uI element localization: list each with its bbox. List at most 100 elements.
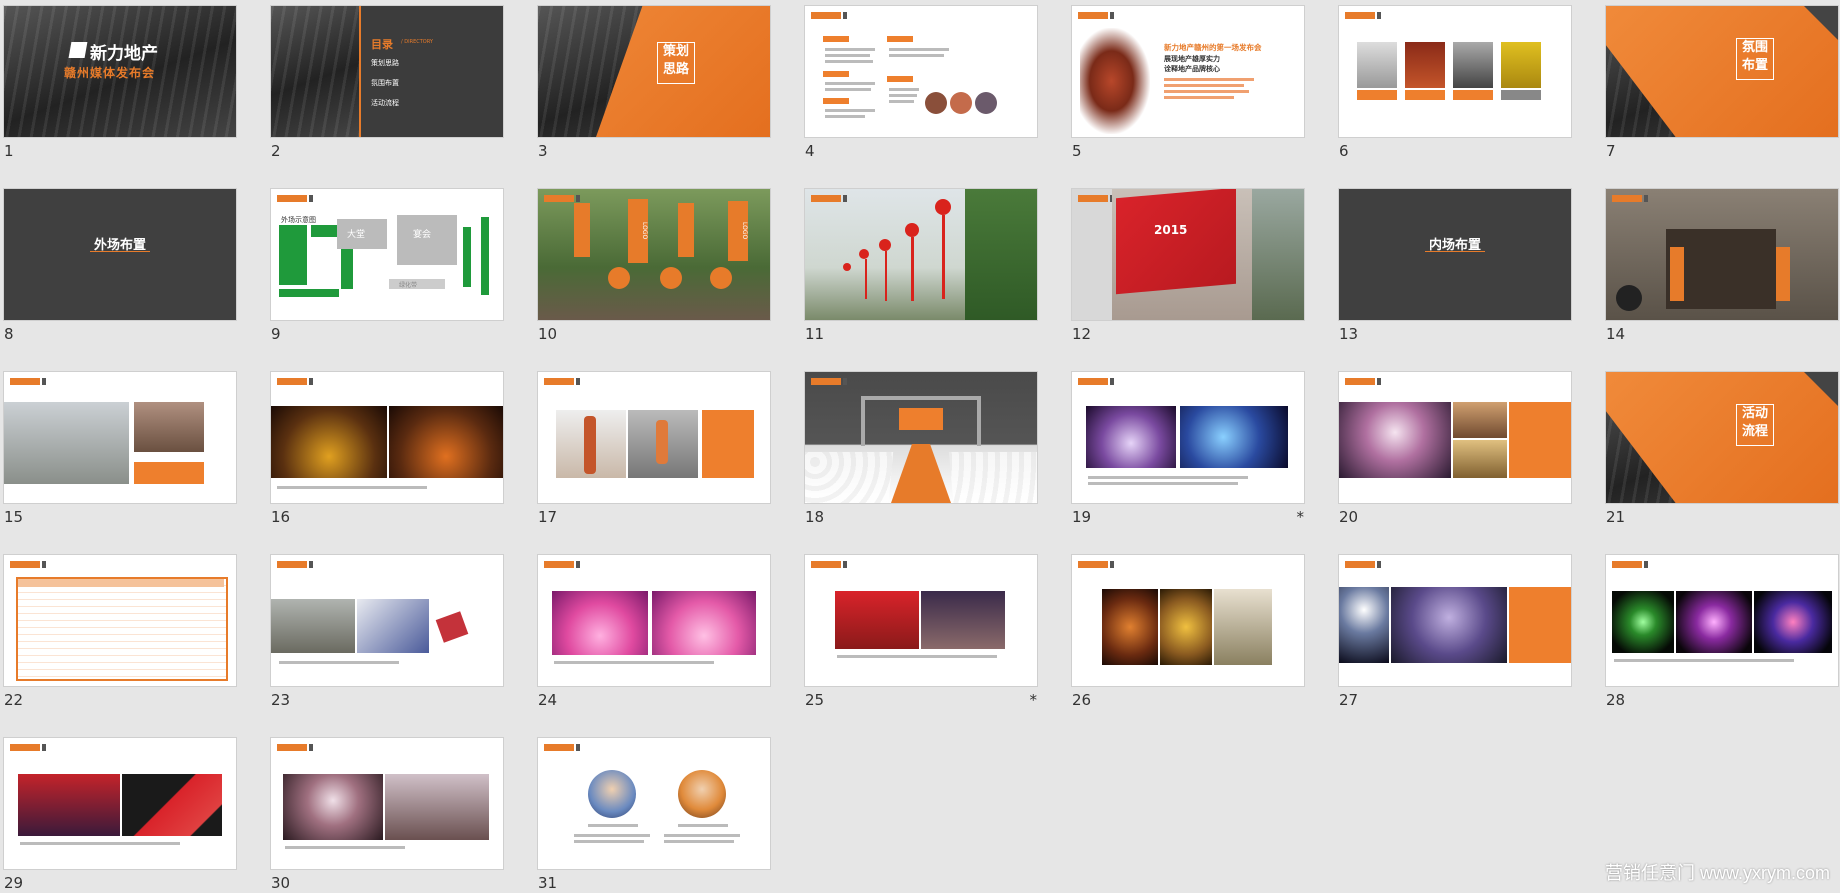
slide-number: 5 <box>1072 142 1082 160</box>
section-badge <box>1078 561 1114 568</box>
logo-banner: LOGO <box>628 199 648 263</box>
photo <box>835 591 919 649</box>
slide-preview[interactable] <box>538 372 770 503</box>
photo <box>921 591 1005 649</box>
corner-decoration <box>1804 372 1838 406</box>
slide-number: 28 <box>1606 691 1626 709</box>
section-badge <box>1345 12 1381 19</box>
host-avatar <box>588 770 636 818</box>
section-badge <box>277 744 313 751</box>
slide-preview[interactable]: 活动 流程 <box>1606 372 1838 503</box>
section-badge <box>1612 561 1648 568</box>
section-badge <box>544 378 580 385</box>
slide-number: 26 <box>1072 691 1092 709</box>
slide-preview[interactable] <box>1606 555 1838 686</box>
photo <box>1612 591 1674 653</box>
slide-preview[interactable] <box>1339 372 1571 503</box>
section-badge <box>10 561 46 568</box>
section-badge <box>10 378 46 385</box>
avatar <box>925 92 947 114</box>
slide-preview[interactable] <box>1606 189 1838 320</box>
transition-star-icon: * <box>1296 508 1305 526</box>
slide-number: 11 <box>805 325 825 343</box>
photo <box>552 591 648 655</box>
section-badge <box>811 195 847 202</box>
slide-preview[interactable]: 策划 思路 <box>538 6 770 137</box>
corner-decoration <box>1804 6 1838 40</box>
slide-number: 2 <box>271 142 281 160</box>
slide-preview[interactable] <box>805 6 1037 137</box>
divider <box>359 6 361 137</box>
event-backdrop <box>1116 189 1236 295</box>
lawn-block <box>279 225 307 285</box>
slide-preview[interactable]: 2015 <box>1072 189 1304 320</box>
section-badge <box>1078 12 1114 19</box>
city-photo <box>271 6 359 137</box>
photo <box>1339 402 1451 478</box>
slide-preview[interactable]: 内场布置 <box>1339 189 1571 320</box>
toc-title-en: / DIRECTORY <box>401 39 433 45</box>
photo <box>389 406 503 478</box>
slide-preview[interactable] <box>4 555 236 686</box>
lawn-label: 绿化带 <box>399 282 418 289</box>
slide-preview[interactable]: LOGO LOGO <box>538 189 770 320</box>
slide-preview[interactable] <box>1339 555 1571 686</box>
slide-preview[interactable] <box>4 738 236 869</box>
slide-preview[interactable] <box>805 555 1037 686</box>
slide-preview[interactable] <box>1339 6 1571 137</box>
section-badge <box>1345 561 1381 568</box>
section-badge <box>10 744 46 751</box>
building-label: 大堂 <box>347 230 366 240</box>
slide-preview[interactable]: 氛围 布置 <box>1606 6 1838 137</box>
building-block <box>397 215 457 265</box>
dancer-photo <box>1080 28 1150 134</box>
photo <box>1754 591 1832 653</box>
slide-preview[interactable] <box>538 555 770 686</box>
photo <box>1160 589 1212 665</box>
photo <box>283 774 383 840</box>
section-badge <box>811 378 847 385</box>
slide-preview[interactable] <box>1072 372 1304 503</box>
slide-preview[interactable] <box>4 372 236 503</box>
slide-number: 6 <box>1339 142 1349 160</box>
slide-preview[interactable]: 新力地产赣州的第一场发布会 展现地产雄厚实力 诠释地产品牌核心 <box>1072 6 1304 137</box>
slide-preview[interactable]: 新力地产 赣州媒体发布会 <box>4 6 236 137</box>
photo <box>1357 42 1397 88</box>
photo <box>1453 402 1507 438</box>
slide-preview[interactable]: 外场示意图 大堂 宴会 绿化带 <box>271 189 503 320</box>
lantern-balloon <box>935 199 951 215</box>
section-badge <box>1612 195 1648 202</box>
photo <box>122 774 222 836</box>
section-badge <box>1345 378 1381 385</box>
slide-preview[interactable] <box>271 372 503 503</box>
caption-circle <box>1616 285 1642 311</box>
photo <box>1391 587 1507 663</box>
brand-logo-icon <box>68 42 88 58</box>
slide-preview[interactable]: 外场布置 <box>4 189 236 320</box>
slide-number: 13 <box>1339 325 1359 343</box>
slide-preview[interactable] <box>1072 555 1304 686</box>
slide-number: 30 <box>271 874 291 892</box>
section-badge <box>277 378 313 385</box>
slide-number: 17 <box>538 508 558 526</box>
section-title: 氛围 布置 <box>1736 38 1774 80</box>
photo <box>385 774 489 840</box>
slide-number: 8 <box>4 325 14 343</box>
slide-number: 19 <box>1072 508 1092 526</box>
slide-number: 16 <box>271 508 291 526</box>
photo <box>1086 406 1176 468</box>
slide-preview[interactable]: 目录 / DIRECTORY 策划思路 氛围布置 活动流程 <box>271 6 503 137</box>
slide-preview[interactable] <box>805 189 1037 320</box>
slide-preview[interactable] <box>271 738 503 869</box>
slide-preview[interactable] <box>538 738 770 869</box>
slide-number: 22 <box>4 691 24 709</box>
slide-preview[interactable] <box>271 555 503 686</box>
photo <box>1405 42 1445 88</box>
slide-number: 14 <box>1606 325 1626 343</box>
stage-screen <box>899 408 943 430</box>
photo <box>271 599 355 653</box>
slide-number: 23 <box>271 691 291 709</box>
slide-preview[interactable] <box>805 372 1037 503</box>
photo <box>1339 587 1389 663</box>
tree <box>965 189 1037 320</box>
